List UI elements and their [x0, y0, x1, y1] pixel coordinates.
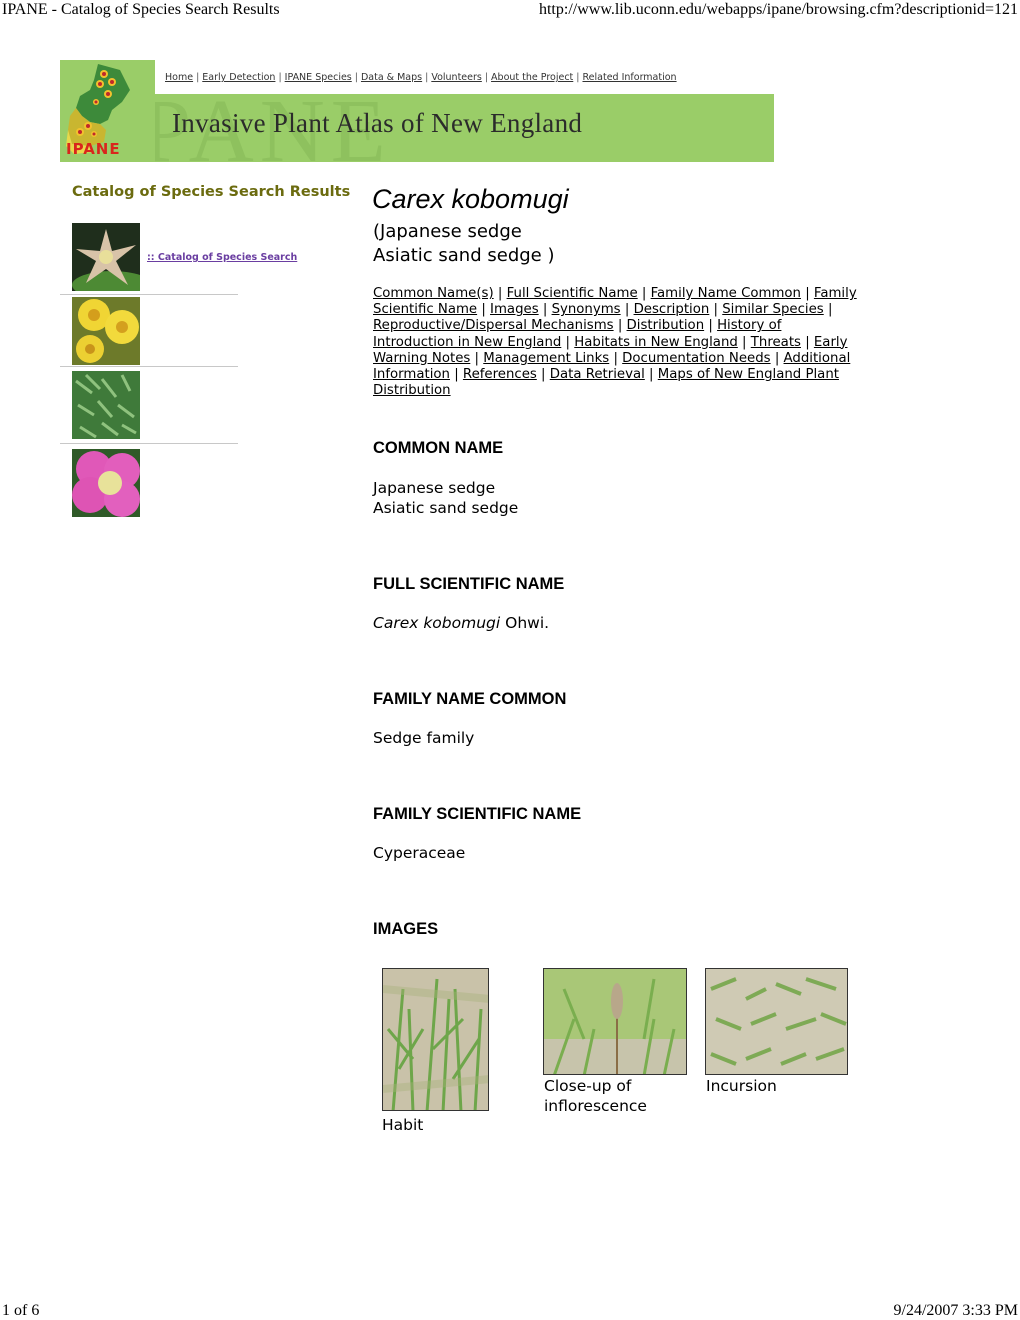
toc-separator: | — [637, 286, 651, 301]
nav-early-detection[interactable]: Early Detection — [202, 72, 275, 83]
nav-related-info[interactable]: Related Information — [582, 72, 676, 83]
sidebar-title: Catalog of Species Search Results — [72, 184, 351, 200]
image-incursion[interactable] — [705, 968, 848, 1075]
toc-separator: | — [709, 302, 723, 318]
toc-separator: | — [737, 334, 751, 350]
toc-link-data-retrieval[interactable]: Data Retrieval — [550, 367, 645, 382]
toc-link-similar-species[interactable]: Similar Species — [722, 302, 824, 317]
toc-link-description[interactable]: Description — [634, 302, 710, 317]
family-name-common-value: Sedge family — [373, 729, 475, 747]
image-habit[interactable] — [382, 968, 489, 1111]
toc-separator: | — [800, 334, 814, 350]
toc-link-common-name-s[interactable]: Common Name(s) — [373, 286, 494, 301]
species-common-names: (Japanese sedge Asiatic sand sedge ) — [373, 221, 555, 266]
print-url: http://www.lib.uconn.edu/webapps/ipane/b… — [538, 1, 1018, 18]
divider — [60, 443, 238, 444]
toc-link-images[interactable]: Images — [490, 302, 539, 317]
toc-separator: | — [613, 318, 627, 334]
toc-separator: | — [800, 286, 814, 301]
thumbnail-star-flower[interactable] — [72, 223, 140, 291]
ipane-logo[interactable]: IPANE — [60, 60, 155, 162]
heading-family-name-common: FAMILY NAME COMMON — [373, 690, 567, 708]
toc-separator: | — [536, 367, 550, 383]
divider — [60, 294, 238, 295]
thumbnail-pink-rose[interactable] — [72, 449, 140, 517]
toc-separator: | — [449, 367, 463, 383]
toc-separator: | — [704, 318, 718, 334]
toc-link-reproductive-dispersal-mechanisms[interactable]: Reproductive/Dispersal Mechanisms — [373, 318, 614, 333]
toc-separator: | — [620, 302, 634, 318]
caption-incursion: Incursion — [706, 1077, 777, 1095]
logo-text: IPANE — [66, 140, 121, 158]
nav-ipane-species[interactable]: IPANE Species — [285, 72, 352, 83]
full-scientific-name-value: Carex kobomugi Ohwi. — [373, 614, 550, 632]
thumbnail-green-foliage[interactable] — [72, 371, 140, 439]
toc-link-synonyms[interactable]: Synonyms — [552, 302, 621, 317]
nav-data-maps[interactable]: Data & Maps — [361, 72, 422, 83]
toc-separator: | — [770, 350, 784, 366]
toc-link-references[interactable]: References — [463, 367, 537, 382]
toc-separator: | — [493, 286, 507, 301]
heading-full-scientific-name: FULL SCIENTIFIC NAME — [373, 575, 565, 593]
caption-close-up: Close-up of inflorescence — [544, 1077, 647, 1115]
nav-volunteers[interactable]: Volunteers — [431, 72, 482, 83]
toc-link-threats[interactable]: Threats — [751, 335, 801, 350]
print-datetime: 9/24/2007 3:33 PM — [893, 1302, 1018, 1319]
site-banner: IPANE Invasive Plant Atlas of New Englan… — [60, 60, 774, 162]
toc-separator: | — [477, 302, 491, 318]
page-count: 1 of 6 — [2, 1302, 40, 1319]
family-scientific-name-value: Cyperaceae — [373, 844, 466, 862]
thumbnail-yellow-flowers[interactable] — [72, 297, 140, 365]
caption-habit: Habit — [382, 1116, 424, 1134]
toc-link-full-scientific-name[interactable]: Full Scientific Name — [507, 286, 638, 301]
banner-strip: IPANE Invasive Plant Atlas of New Englan… — [60, 94, 774, 162]
section-toc: Common Name(s) | Full Scientific Name | … — [373, 286, 863, 399]
heading-common-name: COMMON NAME — [373, 439, 504, 457]
toc-separator: | — [609, 350, 623, 366]
toc-link-family-name-common[interactable]: Family Name Common — [651, 286, 801, 301]
nav-about[interactable]: About the Project — [491, 72, 573, 83]
toc-link-distribution[interactable]: Distribution — [627, 318, 705, 333]
catalog-search-link[interactable]: :: Catalog of Species Search — [147, 252, 297, 263]
toc-separator: | — [561, 334, 575, 350]
nav-home[interactable]: Home — [165, 72, 193, 83]
divider — [60, 366, 238, 367]
species-title: Carex kobomugi — [372, 184, 569, 214]
heading-images: IMAGES — [373, 920, 439, 938]
toc-separator: | — [538, 302, 552, 318]
toc-separator: | — [644, 367, 658, 383]
toc-separator: | — [823, 302, 833, 318]
toc-link-management-links[interactable]: Management Links — [483, 351, 609, 366]
toc-link-habitats-in-new-england[interactable]: Habitats in New England — [574, 335, 738, 350]
common-name-value: Japanese sedge Asiatic sand sedge — [373, 479, 519, 517]
heading-family-scientific-name: FAMILY SCIENTIFIC NAME — [373, 805, 582, 823]
top-nav: Home | Early Detection | IPANE Species | Data … — [165, 72, 677, 83]
image-close-up[interactable] — [543, 968, 687, 1075]
print-page-title: IPANE - Catalog of Species Search Result… — [2, 1, 280, 18]
toc-link-documentation-needs[interactable]: Documentation Needs — [622, 351, 770, 366]
toc-separator: | — [470, 350, 484, 366]
banner-title: Invasive Plant Atlas of New England — [172, 108, 583, 138]
